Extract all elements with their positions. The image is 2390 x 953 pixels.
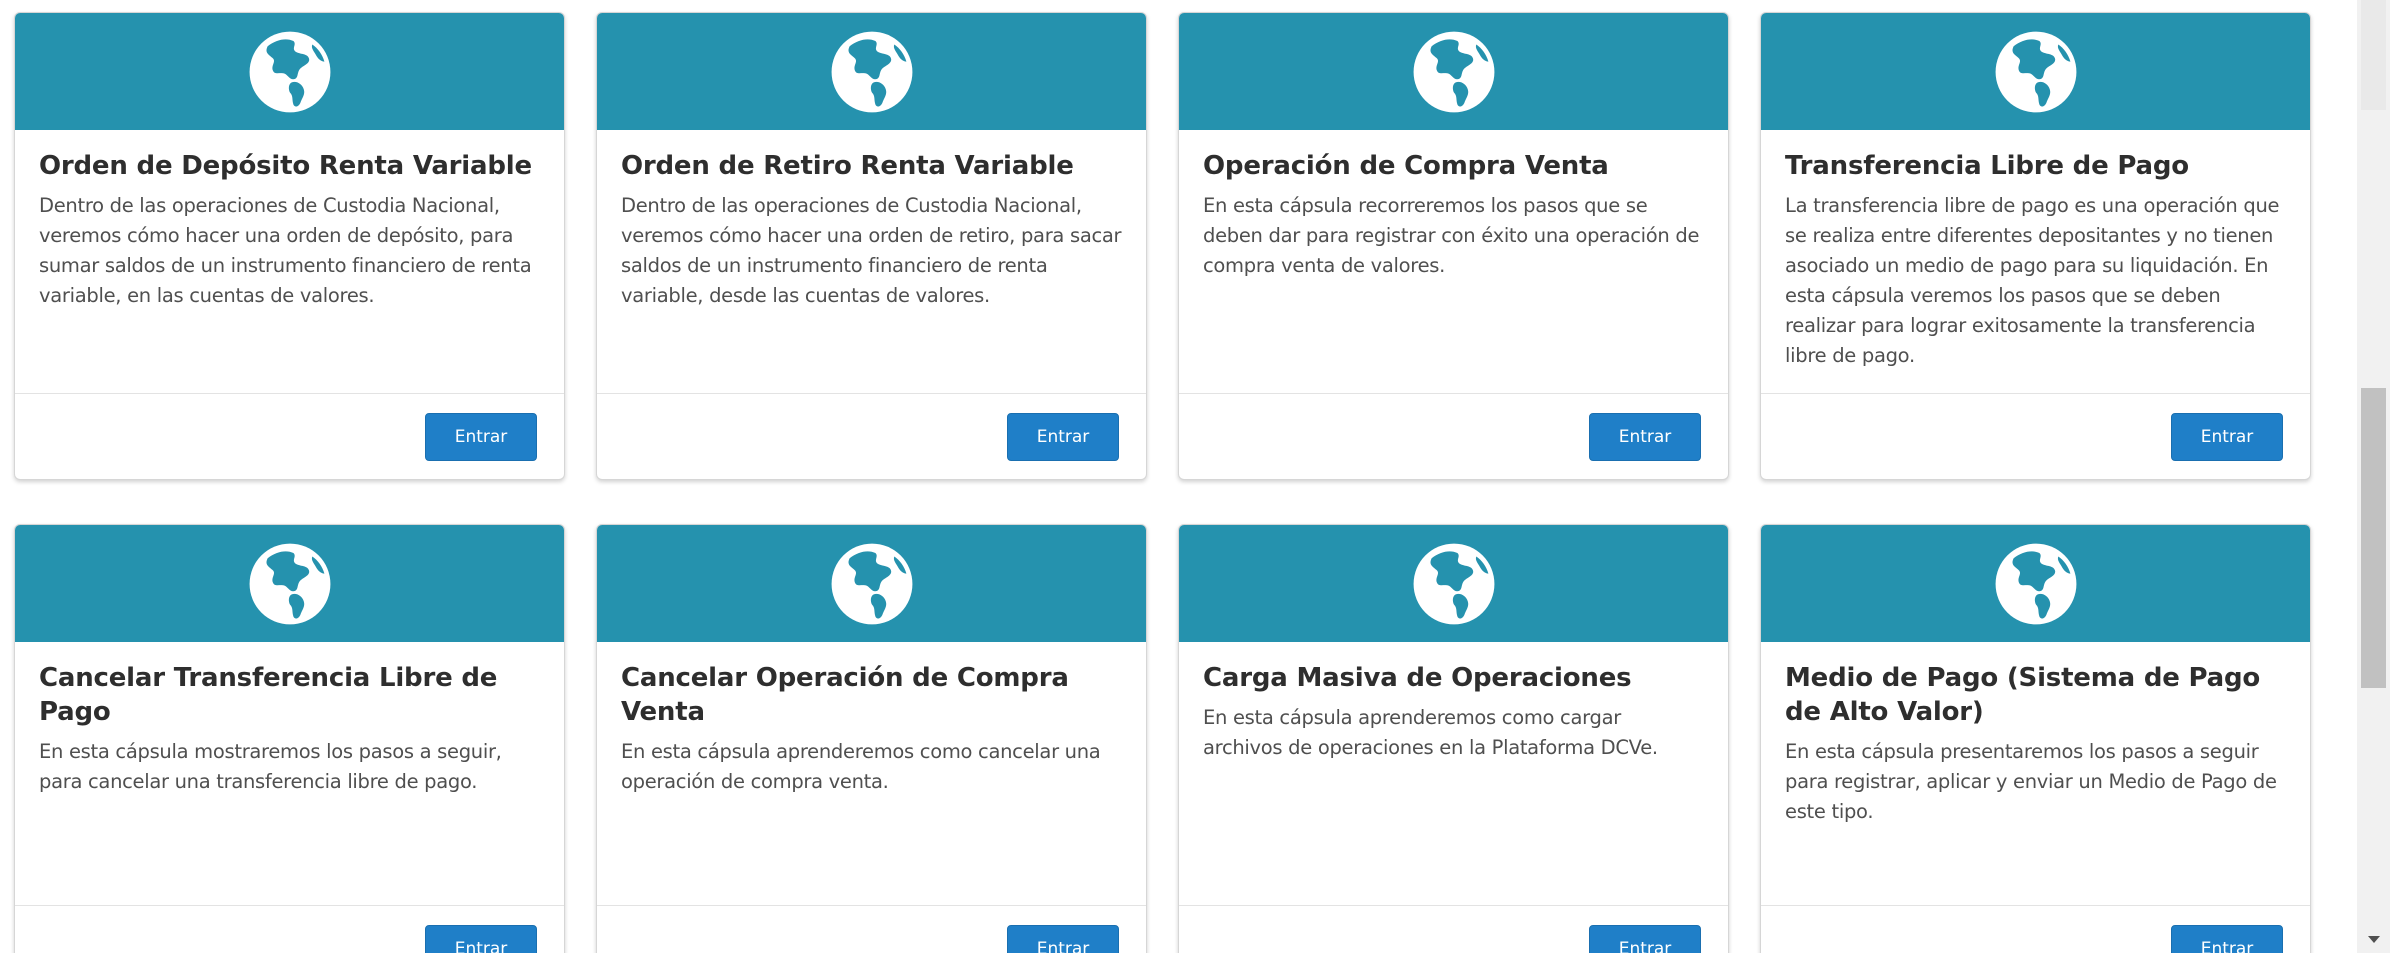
card-title: Operación de Compra Venta — [1203, 151, 1609, 181]
card-description: Dentro de las operaciones de Custodia Na… — [39, 194, 532, 307]
card-description: La transferencia libre de pago es una op… — [1785, 194, 2280, 367]
card-description: En esta cápsula recorreremos los pasos q… — [1203, 194, 1700, 277]
card-header — [1179, 13, 1728, 130]
capsule-card: Cancelar Transferencia Libre de Pago En … — [14, 524, 565, 953]
card-title: Cancelar Operación de Compra Venta — [621, 663, 1069, 727]
enter-button[interactable]: Entrar — [2171, 925, 2283, 953]
card-footer: Entrar — [1761, 393, 2310, 479]
card-body: Cancelar Transferencia Libre de Pago En … — [15, 642, 564, 797]
card-title: Orden de Retiro Renta Variable — [621, 151, 1074, 181]
capsule-grid: Orden de Depósito Renta Variable Dentro … — [14, 12, 2312, 953]
card-title: Carga Masiva de Operaciones — [1203, 663, 1632, 693]
card-title: Orden de Depósito Renta Variable — [39, 151, 532, 181]
enter-button[interactable]: Entrar — [425, 925, 537, 953]
card-header — [1179, 525, 1728, 642]
enter-button[interactable]: Entrar — [1007, 925, 1119, 953]
card-title: Transferencia Libre de Pago — [1785, 151, 2189, 181]
card-footer: Entrar — [597, 393, 1146, 479]
globe-icon — [1413, 543, 1494, 624]
card-header — [15, 13, 564, 130]
globe-icon — [249, 31, 330, 112]
scrollbar-thumb[interactable] — [2361, 388, 2386, 688]
scrollbar-track-top — [2361, 0, 2386, 110]
capsule-card: Orden de Depósito Renta Variable Dentro … — [14, 12, 565, 480]
globe-icon — [249, 543, 330, 624]
capsule-card: Carga Masiva de Operaciones En esta cáps… — [1178, 524, 1729, 953]
globe-icon — [831, 31, 912, 112]
capsule-card: Operación de Compra Venta En esta cápsul… — [1178, 12, 1729, 480]
card-description: En esta cápsula presentaremos los pasos … — [1785, 740, 2277, 823]
card-body: Orden de Depósito Renta Variable Dentro … — [15, 130, 564, 311]
enter-button[interactable]: Entrar — [1589, 413, 1701, 461]
page: Orden de Depósito Renta Variable Dentro … — [0, 0, 2390, 953]
globe-icon — [1413, 31, 1494, 112]
card-footer: Entrar — [1179, 905, 1728, 953]
capsule-card: Transferencia Libre de Pago La transfere… — [1760, 12, 2311, 480]
card-description: En esta cápsula aprenderemos como cancel… — [621, 740, 1101, 793]
enter-button[interactable]: Entrar — [2171, 413, 2283, 461]
card-header — [15, 525, 564, 642]
card-footer: Entrar — [15, 393, 564, 479]
capsule-card: Cancelar Operación de Compra Venta En es… — [596, 524, 1147, 953]
card-body: Cancelar Operación de Compra Venta En es… — [597, 642, 1146, 797]
card-footer: Entrar — [1761, 905, 2310, 953]
card-header — [597, 525, 1146, 642]
card-description: En esta cápsula mostraremos los pasos a … — [39, 740, 502, 793]
globe-icon — [1995, 31, 2076, 112]
card-title: Cancelar Transferencia Libre de Pago — [39, 663, 498, 727]
card-footer: Entrar — [15, 905, 564, 953]
card-body: Carga Masiva de Operaciones En esta cáps… — [1179, 642, 1728, 763]
card-footer: Entrar — [1179, 393, 1728, 479]
card-description: Dentro de las operaciones de Custodia Na… — [621, 194, 1122, 307]
card-header — [597, 13, 1146, 130]
card-header — [1761, 525, 2310, 642]
enter-button[interactable]: Entrar — [1589, 925, 1701, 953]
card-body: Operación de Compra Venta En esta cápsul… — [1179, 130, 1728, 281]
capsule-card: Orden de Retiro Renta Variable Dentro de… — [596, 12, 1147, 480]
card-body: Transferencia Libre de Pago La transfere… — [1761, 130, 2310, 371]
card-footer: Entrar — [597, 905, 1146, 953]
vertical-scrollbar[interactable] — [2357, 0, 2390, 953]
globe-icon — [1995, 543, 2076, 624]
card-body: Medio de Pago (Sistema de Pago de Alto V… — [1761, 642, 2310, 827]
card-header — [1761, 13, 2310, 130]
card-description: En esta cápsula aprenderemos como cargar… — [1203, 706, 1658, 759]
enter-button[interactable]: Entrar — [1007, 413, 1119, 461]
enter-button[interactable]: Entrar — [425, 413, 537, 461]
card-body: Orden de Retiro Renta Variable Dentro de… — [597, 130, 1146, 311]
globe-icon — [831, 543, 912, 624]
card-title: Medio de Pago (Sistema de Pago de Alto V… — [1785, 663, 2261, 727]
capsule-card: Medio de Pago (Sistema de Pago de Alto V… — [1760, 524, 2311, 953]
scroll-down-arrow-icon[interactable] — [2368, 936, 2380, 943]
